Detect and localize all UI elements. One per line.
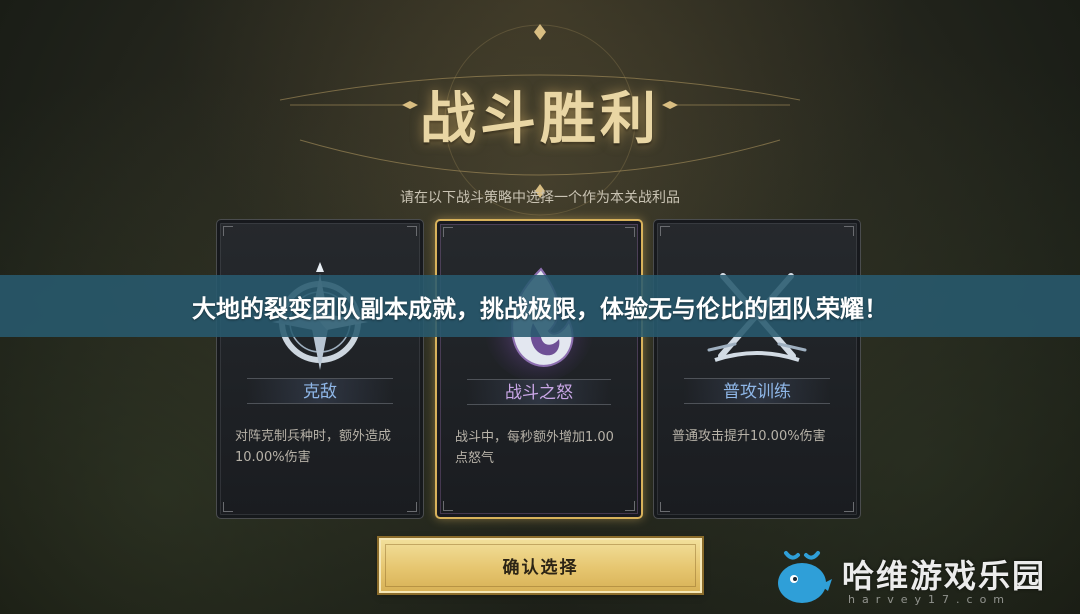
card-description: 战斗中，每秒额外增加1.00点怒气	[455, 430, 614, 466]
bird-logo-icon	[778, 551, 832, 603]
card-name: 战斗之怒	[467, 379, 611, 405]
strategy-card-basic-attack-training[interactable]: 普攻训练 普通攻击提升10.00%伤害	[653, 219, 861, 519]
card-name: 普攻训练	[684, 378, 830, 404]
strategy-card-counter[interactable]: 克敌 对阵克制兵种时，额外造成10.00%伤害	[216, 219, 424, 519]
watermark: 哈维游戏乐园 harvey17.com	[772, 545, 1072, 610]
strategy-card-battle-rage[interactable]: 战斗之怒 战斗中，每秒额外增加1.00点怒气	[435, 219, 643, 519]
banner-text: 大地的裂变团队副本成就，挑战极限，体验无与伦比的团队荣耀！	[192, 294, 888, 323]
card-description: 普通攻击提升10.00%伤害	[672, 429, 826, 444]
promo-banner: 大地的裂变团队副本成就，挑战极限，体验无与伦比的团队荣耀！	[0, 275, 1080, 337]
page-title: 战斗胜利	[420, 86, 660, 152]
watermark-url: harvey17.com	[848, 593, 1012, 606]
page-subtitle: 请在以下战斗策略中选择一个作为本关战利品	[400, 190, 680, 206]
card-description: 对阵克制兵种时，额外造成10.00%伤害	[235, 429, 392, 465]
watermark-text: 哈维游戏乐园	[842, 557, 1047, 595]
confirm-selection-button[interactable]: 确认选择	[379, 538, 702, 593]
card-name: 克敌	[247, 378, 393, 404]
